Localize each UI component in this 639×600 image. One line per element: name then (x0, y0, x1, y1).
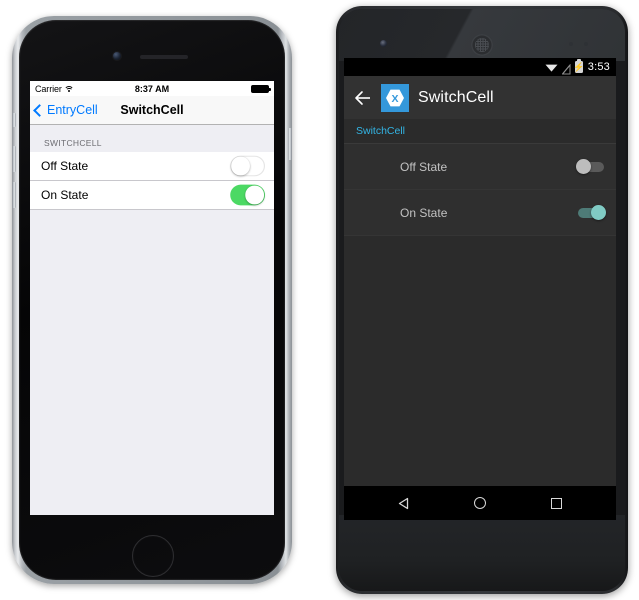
battery-charging-icon: ⚡ (573, 59, 585, 73)
iphone-power-button[interactable] (288, 128, 292, 160)
ios-table-view: SWITCHCELL Off State On State (30, 125, 274, 515)
back-button[interactable]: EntryCell (30, 103, 98, 117)
switch-knob-icon (591, 204, 606, 220)
android-switch-toggle-on[interactable] (578, 204, 606, 220)
nav-recents-square-icon[interactable] (539, 486, 573, 520)
ios-navigation-bar: EntryCell SwitchCell (30, 96, 274, 125)
android-device-mockup: ⚡ 3:53 X SwitchCell SwitchCell Off State… (336, 6, 628, 594)
ios-switch-cell-on[interactable]: On State (30, 181, 274, 210)
android-clock-label: 3:53 (587, 61, 610, 73)
android-proximity-sensor-icon (569, 42, 573, 46)
android-switch-row-on[interactable]: On State (344, 190, 616, 236)
wifi-icon (545, 63, 558, 72)
android-bottom-bezel-glass (339, 515, 625, 591)
switch-knob-icon (576, 158, 591, 174)
android-light-sensor-icon (584, 42, 588, 46)
chevron-left-icon (33, 103, 46, 117)
xamarin-logo-icon: X (381, 83, 409, 112)
android-switch-row-off[interactable]: Off State (344, 144, 616, 190)
iphone-screen: Carrier 8:37 AM EntryCell SwitchCell SWI… (30, 81, 274, 515)
android-switch-toggle-off[interactable] (576, 158, 604, 174)
switch-knob-icon (231, 156, 250, 176)
android-navigation-bar (344, 486, 616, 520)
ios-cell-label: On State (41, 188, 89, 202)
nav-back-triangle-icon[interactable] (387, 486, 421, 520)
android-section-header: SwitchCell (344, 119, 616, 144)
android-action-bar: X SwitchCell (344, 76, 616, 119)
svg-text:X: X (391, 93, 398, 105)
android-row-label: Off State (400, 159, 448, 174)
iphone-volume-down-button[interactable] (12, 182, 16, 208)
iphone-volume-up-button[interactable] (12, 146, 16, 172)
ios-status-bar: Carrier 8:37 AM (30, 81, 274, 96)
battery-full-icon (251, 84, 271, 93)
back-button-label: EntryCell (47, 103, 98, 117)
iphone-device-mockup: Carrier 8:37 AM EntryCell SwitchCell SWI… (12, 16, 292, 584)
ios-switch-toggle-on[interactable] (230, 184, 265, 206)
arrow-left-icon[interactable] (354, 89, 372, 107)
iphone-silent-switch[interactable] (12, 113, 16, 127)
nav-home-circle-icon[interactable] (463, 486, 497, 520)
android-front-camera-icon (380, 40, 387, 47)
page-title: SwitchCell (418, 88, 494, 106)
signal-no-service-icon (561, 62, 571, 74)
ios-switch-cell-off[interactable]: Off State (30, 152, 274, 181)
android-list-view: SwitchCell Off State On State (344, 119, 616, 486)
android-status-bar: ⚡ 3:53 (344, 58, 616, 76)
switch-knob-icon (245, 185, 264, 205)
android-earpiece-speaker (471, 34, 493, 56)
ios-cell-label: Off State (41, 159, 89, 173)
iphone-earpiece-speaker (140, 55, 188, 59)
ios-section-header: SWITCHCELL (44, 138, 102, 148)
iphone-home-button[interactable] (132, 535, 174, 577)
iphone-front-camera-icon (113, 52, 121, 60)
ios-switch-toggle-off[interactable] (230, 155, 265, 177)
android-row-label: On State (400, 205, 448, 220)
ios-clock-label: 8:37 AM (134, 83, 170, 94)
android-screen: ⚡ 3:53 X SwitchCell SwitchCell Off State… (344, 58, 616, 520)
